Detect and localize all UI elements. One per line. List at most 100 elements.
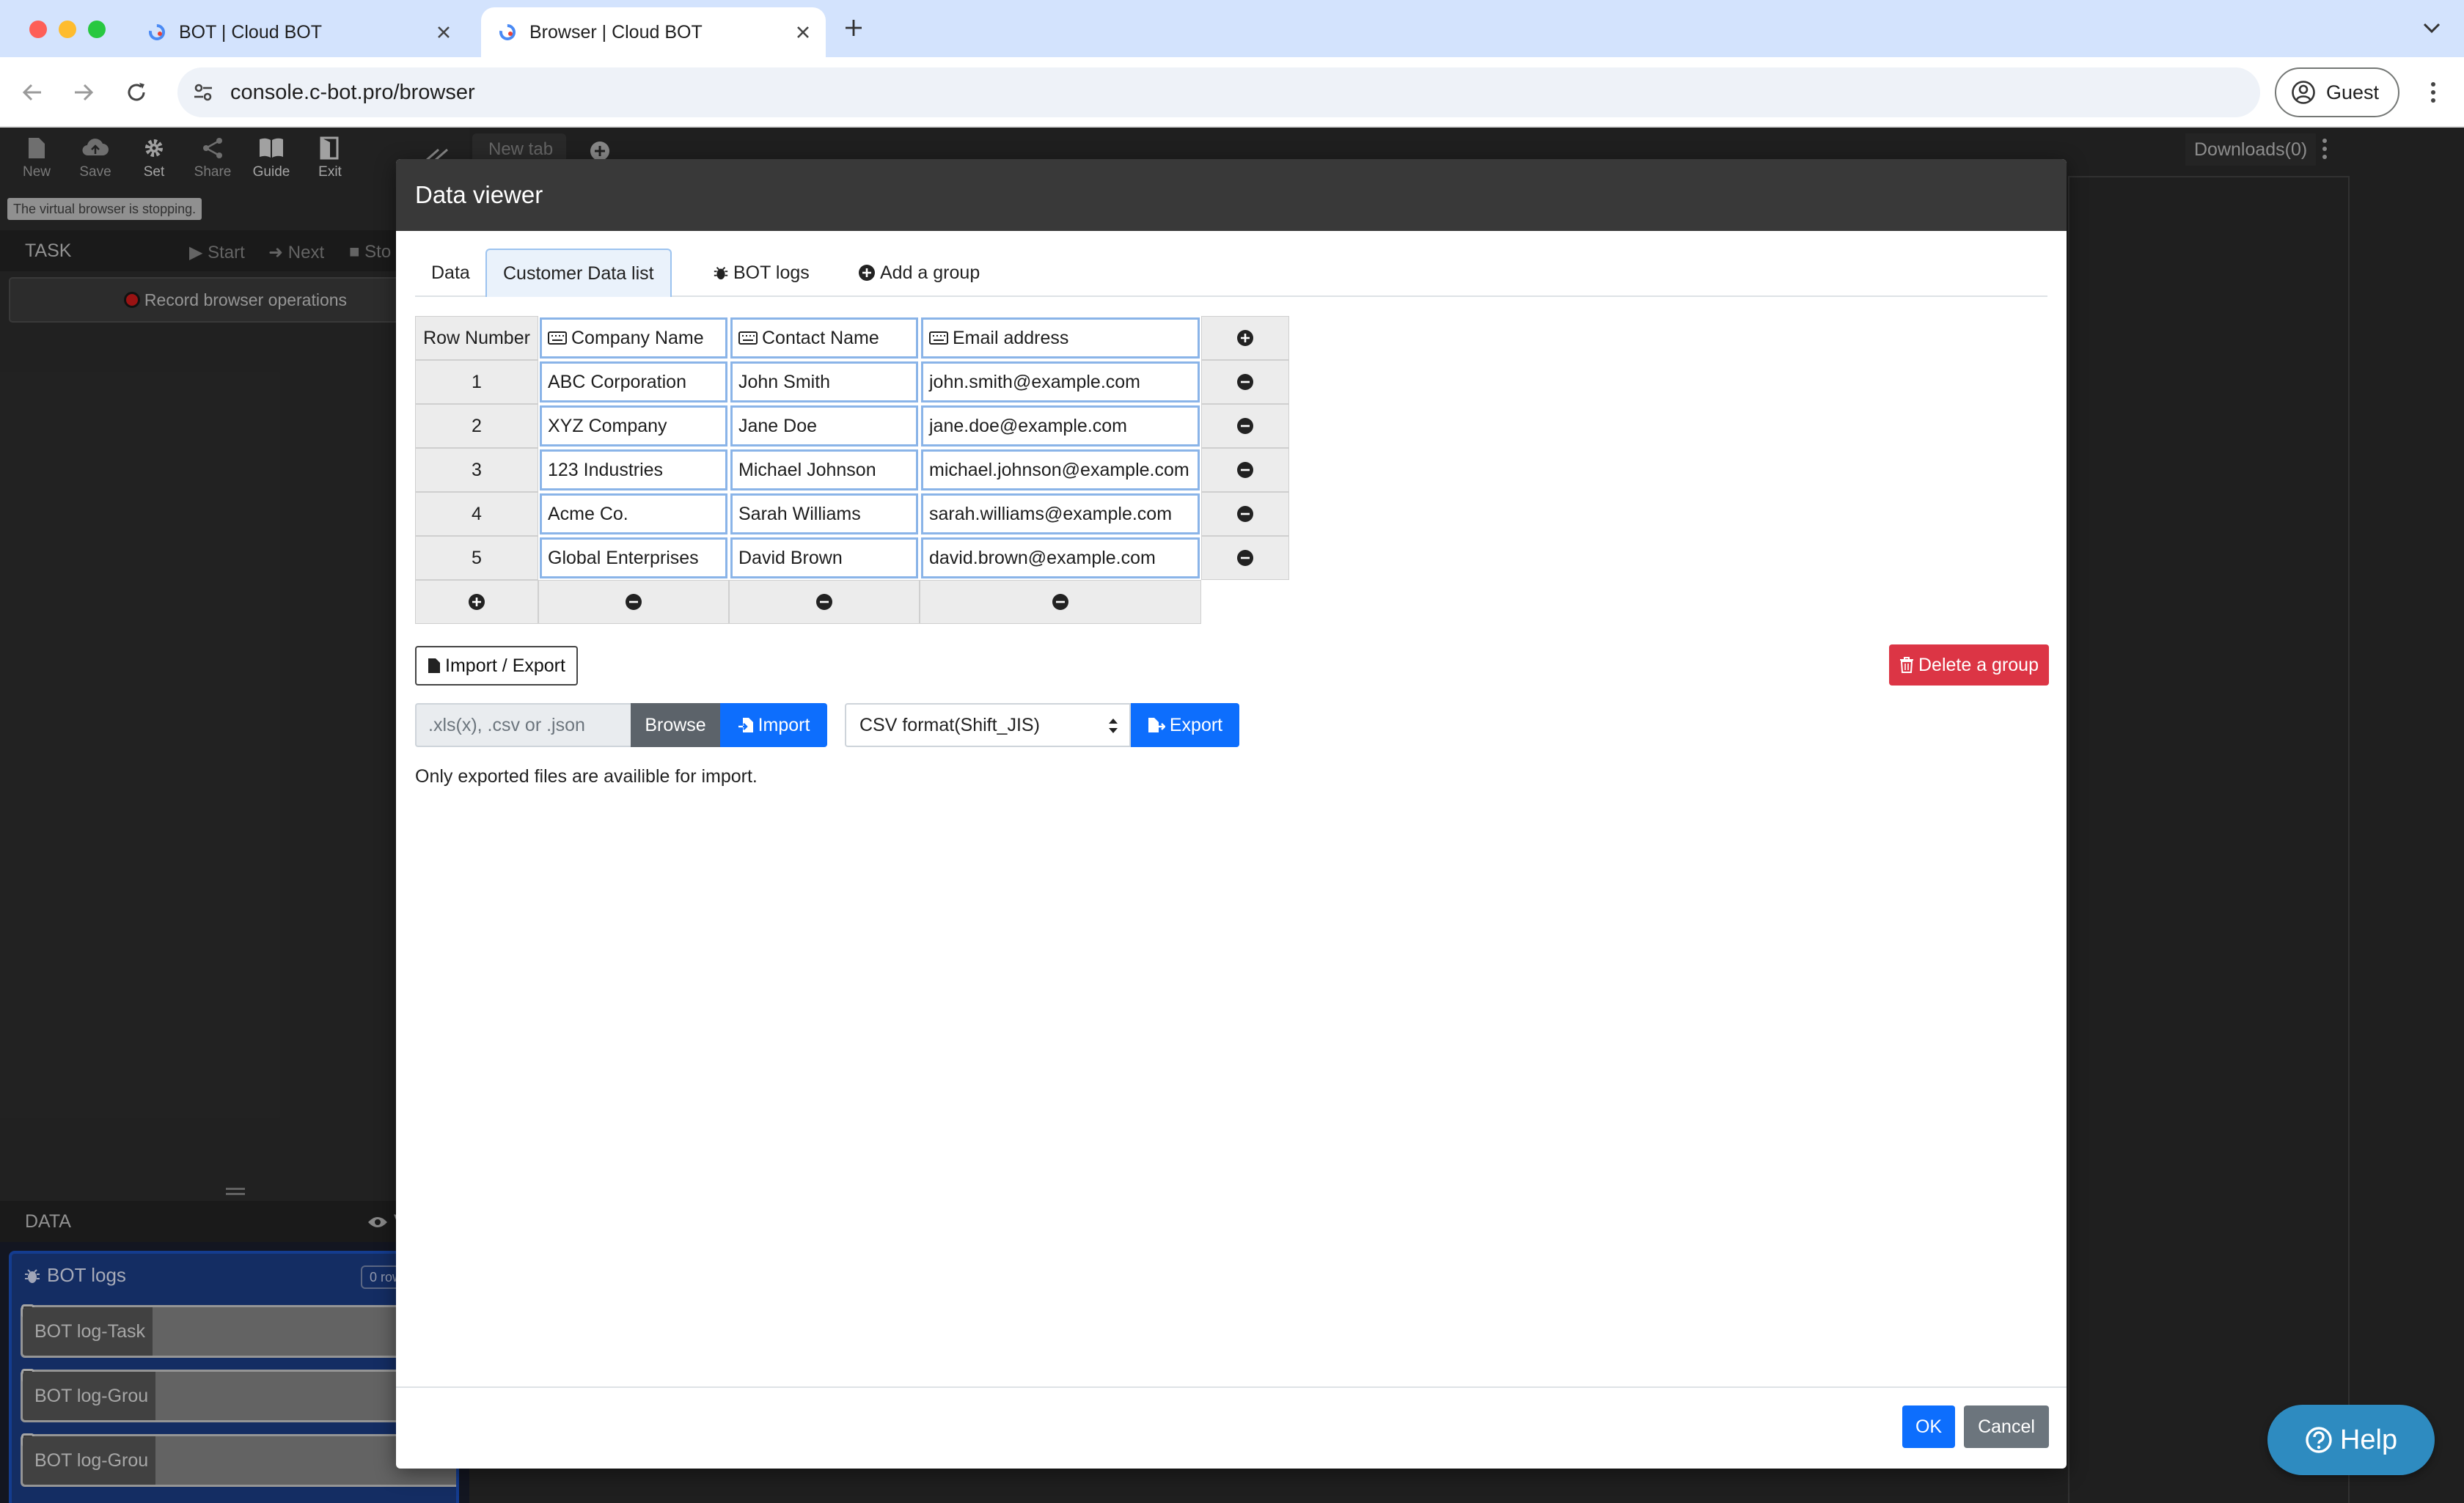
- plus-circle-icon: [1237, 330, 1253, 346]
- plus-circle-icon: [859, 265, 875, 281]
- browser-tab-browser[interactable]: Browser | Cloud BOT: [481, 7, 826, 57]
- file-input[interactable]: .xls(x), .csv or .json: [415, 703, 631, 747]
- column-header-label: Company Name: [571, 327, 704, 348]
- close-tab-icon[interactable]: [789, 18, 817, 46]
- cancel-button[interactable]: Cancel: [1964, 1405, 2049, 1448]
- import-button[interactable]: Import: [720, 703, 827, 747]
- minus-circle-icon: [1052, 594, 1068, 610]
- export-format-select[interactable]: CSV format(Shift_JIS): [845, 703, 1131, 747]
- cell-value: Jane Doe: [738, 415, 818, 436]
- row-number: 4: [472, 503, 482, 524]
- cell-company-name[interactable]: ABC Corporation: [540, 361, 727, 403]
- cell-company-name[interactable]: Global Enterprises: [540, 537, 727, 578]
- cell-contact-name[interactable]: Michael Johnson: [730, 449, 918, 490]
- column-header-contact-name[interactable]: Contact Name: [730, 317, 918, 359]
- column-header-company-name[interactable]: Company Name: [540, 317, 727, 359]
- delete-row-button[interactable]: [1201, 492, 1289, 536]
- modal-footer: OK Cancel: [396, 1386, 2067, 1469]
- forward-button[interactable]: [65, 73, 103, 111]
- row-number: 3: [472, 459, 482, 480]
- minus-circle-icon: [626, 594, 642, 610]
- add-row-button[interactable]: [415, 580, 538, 624]
- cell-company-name[interactable]: Acme Co.: [540, 493, 727, 534]
- cell-value: David Brown: [738, 547, 843, 568]
- help-button[interactable]: Help: [2267, 1405, 2435, 1475]
- minus-circle-icon: [1237, 418, 1253, 434]
- tab-data[interactable]: Data: [415, 249, 486, 297]
- cell-company-name[interactable]: 123 Industries: [540, 449, 727, 490]
- file-export-icon: [1148, 718, 1165, 732]
- keyboard-icon: [548, 331, 567, 345]
- export-button[interactable]: Export: [1131, 703, 1239, 747]
- browser-tab-bot[interactable]: BOT | Cloud BOT: [131, 7, 466, 57]
- browse-button[interactable]: Browse: [631, 703, 720, 747]
- cell-email-address[interactable]: sarah.williams@example.com: [921, 493, 1200, 534]
- cell-value: ABC Corporation: [548, 371, 686, 392]
- tab-bot-logs-label: BOT logs: [733, 262, 810, 283]
- cell-email-address[interactable]: jane.doe@example.com: [921, 405, 1200, 447]
- delete-group-button[interactable]: Delete a group: [1889, 644, 2049, 686]
- browser-menu-button[interactable]: [2417, 75, 2449, 110]
- cloud-bot-favicon-icon: [149, 24, 165, 40]
- cell-company-name[interactable]: XYZ Company: [540, 405, 727, 447]
- cancel-label: Cancel: [1978, 1416, 2035, 1437]
- cell-value: Acme Co.: [548, 503, 628, 524]
- delete-column-button[interactable]: [920, 580, 1201, 624]
- column-header-label: Contact Name: [762, 327, 879, 348]
- cell-contact-name[interactable]: David Brown: [730, 537, 918, 578]
- tab-search-button[interactable]: [2416, 12, 2448, 44]
- maximize-window-button[interactable]: [88, 21, 106, 38]
- delete-row-button[interactable]: [1201, 360, 1289, 404]
- tab-title: BOT | Cloud BOT: [179, 21, 322, 43]
- cell-email-address[interactable]: john.smith@example.com: [921, 361, 1200, 403]
- row-number-cell: 2: [415, 404, 538, 448]
- delete-row-button[interactable]: [1201, 448, 1289, 492]
- delete-row-button[interactable]: [1201, 404, 1289, 448]
- import-export-button[interactable]: Import / Export: [415, 646, 578, 686]
- tab-customer-data-list[interactable]: Customer Data list: [485, 249, 672, 297]
- modal-tabs: Data Customer Data list BOT logs Add a g…: [415, 249, 2047, 297]
- row-number-header-label: Row Number: [423, 327, 530, 348]
- row-number: 5: [472, 547, 482, 568]
- minimize-window-button[interactable]: [59, 21, 76, 38]
- reload-button[interactable]: [117, 73, 155, 111]
- column-header-email-address[interactable]: Email address: [921, 317, 1200, 359]
- import-note: Only exported files are availible for im…: [415, 766, 758, 787]
- profile-button[interactable]: Guest: [2275, 67, 2399, 117]
- close-tab-icon[interactable]: [430, 18, 458, 46]
- file-icon: [428, 658, 441, 673]
- export-label: Export: [1169, 714, 1223, 735]
- back-button[interactable]: [13, 73, 51, 111]
- minus-circle-icon: [816, 594, 832, 610]
- delete-column-button[interactable]: [538, 580, 729, 624]
- site-info-icon[interactable]: [188, 77, 219, 108]
- cell-contact-name[interactable]: Sarah Williams: [730, 493, 918, 534]
- address-bar[interactable]: console.c-bot.pro/browser: [177, 67, 2260, 117]
- cell-contact-name[interactable]: John Smith: [730, 361, 918, 403]
- add-column-button[interactable]: [1201, 316, 1289, 360]
- cell-email-address[interactable]: michael.johnson@example.com: [921, 449, 1200, 490]
- arrow-right-icon: [75, 84, 94, 101]
- cell-value: david.brown@example.com: [929, 547, 1156, 568]
- delete-group-label: Delete a group: [1918, 654, 2039, 675]
- tab-add-group[interactable]: Add a group: [842, 249, 996, 297]
- close-window-button[interactable]: [29, 21, 47, 38]
- delete-column-button[interactable]: [729, 580, 920, 624]
- file-input-placeholder: .xls(x), .csv or .json: [428, 714, 585, 735]
- plus-circle-icon: [469, 594, 485, 610]
- help-label: Help: [2339, 1424, 2398, 1455]
- ok-button[interactable]: OK: [1902, 1405, 1955, 1448]
- minus-circle-icon: [1237, 550, 1253, 566]
- tab-bot-logs[interactable]: BOT logs: [697, 249, 826, 297]
- export-format-value: CSV format(Shift_JIS): [859, 714, 1040, 735]
- cell-contact-name[interactable]: Jane Doe: [730, 405, 918, 447]
- delete-row-button[interactable]: [1201, 536, 1289, 580]
- select-caret-icon: [1109, 719, 1118, 733]
- reload-icon: [128, 83, 145, 101]
- cell-value: 123 Industries: [548, 459, 664, 480]
- data-viewer-modal: Data viewer Data Customer Data list BOT …: [396, 159, 2067, 1469]
- row-number-cell: 3: [415, 448, 538, 492]
- cell-email-address[interactable]: david.brown@example.com: [921, 537, 1200, 578]
- keyboard-icon: [929, 331, 948, 345]
- new-tab-button[interactable]: [839, 13, 868, 43]
